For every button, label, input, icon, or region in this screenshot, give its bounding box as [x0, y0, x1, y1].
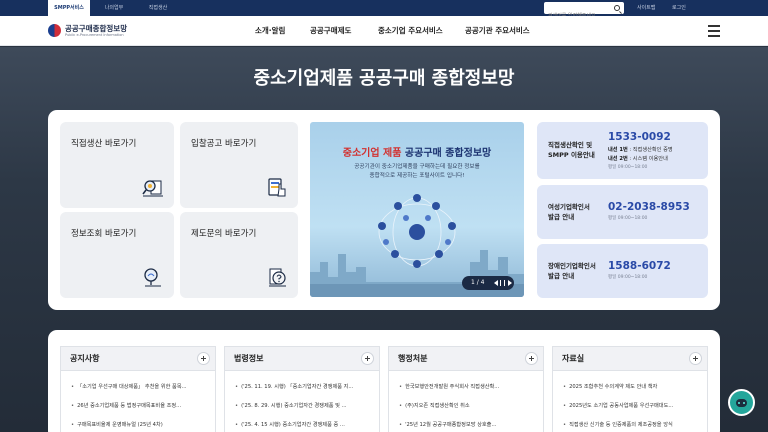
list-item[interactable]: '25년 12월 공공구매종합정보망 상호출... [399, 421, 537, 428]
shortcut-direct-production[interactable]: 직접생산 바로가기 [60, 122, 174, 208]
banner-page-indicator: 1 / 4 [471, 279, 485, 286]
more-plus-icon[interactable] [361, 352, 374, 365]
list-item[interactable]: 2025년도 소기업 공동사업제품 우선구매대도... [563, 402, 701, 409]
nav-intro-notice[interactable]: 소개·알림 [255, 16, 285, 46]
list-item[interactable]: (주)지오존 직접생산확인 취소 [399, 402, 537, 409]
contact-hours: 평일 09:00~18:00 [608, 216, 648, 221]
board-legal-info: 법령정보 ('25. 11. 19. 시행) 「중소기업자간 경쟁제품 지...… [224, 346, 380, 432]
top-utility-bar: SMPP서비스 나의업무 직접생산 사이트맵 로그인 [0, 0, 768, 22]
more-plus-icon[interactable] [197, 352, 210, 365]
shortcut-info-inquiry[interactable]: 정보조회 바로가기 [60, 212, 174, 298]
search-box [544, 2, 624, 22]
cloud-search-icon [144, 268, 161, 287]
board-title[interactable]: 공지사항 [70, 353, 99, 364]
contact-phone: 02-2038-8953 [608, 201, 690, 213]
list-item[interactable]: 「소기업 우선구매 대상제품」 추천을 위한 품목... [71, 383, 209, 390]
contact-title-line2: SMPP 이용안내 [548, 151, 595, 159]
board-notice: 공지사항 「소기업 우선구매 대상제품」 추천을 위한 품목... 26년 중소… [60, 346, 216, 432]
nav-public-procurement-system[interactable]: 공공구매제도 [310, 16, 351, 46]
nav-public-agency-services[interactable]: 공공기관 주요서비스 [465, 16, 530, 46]
site-logo[interactable]: 공공구매종합정보망 Public e-Procurement Informati… [48, 22, 148, 40]
tab-smpp-service[interactable]: SMPP서비스 [48, 0, 90, 16]
magnifier-document-icon [142, 180, 163, 197]
contact-title-line1: 여성기업확인서 [548, 203, 590, 211]
list-item[interactable]: ('25. 11. 19. 시행) 「중소기업자간 경쟁제품 지... [235, 383, 373, 390]
chatbot-button[interactable] [728, 389, 755, 416]
board-header: 행정처분 [389, 347, 543, 371]
list-item[interactable]: 구매목표비율제 운영매뉴얼 (25년 4차) [71, 421, 209, 428]
list-item[interactable]: 26년 중소기업제품 등 법정구매목표비율 조정... [71, 402, 209, 409]
prev-arrow-icon[interactable] [494, 280, 498, 286]
page-title: 중소기업제품 공공구매 종합정보망 [253, 68, 515, 89]
contact-phone: 1533-0092 [608, 131, 671, 143]
contact-title-line1: 직접생산확인 및 [548, 141, 593, 149]
contact-title-line1: 장애인기업확인서 [548, 262, 596, 270]
hamburger-menu-icon[interactable] [708, 25, 720, 37]
banner-network-illustration [310, 194, 524, 297]
contact-hours: 평일 09:00~18:00 [608, 165, 648, 170]
sitemap-link[interactable]: 사이트맵 [637, 0, 655, 16]
list-item[interactable]: ('25. 4. 15 시행) 중소기업자간 경쟁제품 중 ... [235, 421, 373, 428]
search-icon[interactable] [614, 5, 620, 11]
banner-pager: 1 / 4 [462, 276, 514, 290]
list-item[interactable]: 2025 조합추천 수의계약 제도 안내 책자 [563, 383, 701, 390]
board-header: 법령정보 [225, 347, 379, 371]
contact-hours: 평일 09:00~18:00 [608, 275, 648, 280]
board-header: 공지사항 [61, 347, 215, 371]
contact-women-business[interactable]: 여성기업확인서 발급 안내 02-2038-8953 평일 09:00~18:0… [537, 185, 708, 239]
logo-subtitle: Public e-Procurement Information [65, 33, 124, 37]
contact-title-line2: 발급 안내 [548, 213, 575, 221]
board-title[interactable]: 자료실 [562, 353, 584, 364]
shortcut-system-inquiry[interactable]: 제도문의 바로가기 [180, 212, 298, 298]
board-title[interactable]: 법령정보 [234, 353, 263, 364]
contact-detail-1: 내선 1번 : 직접생산확인 증명 [608, 147, 673, 153]
question-document-icon [269, 268, 286, 287]
contact-phone: 1588-6072 [608, 260, 671, 272]
board-header: 자료실 [553, 347, 707, 371]
list-item[interactable]: ('25. 8. 29. 시행) 중소기업자간 경쟁제품 및 ... [235, 402, 373, 409]
shortcut-bid-notice[interactable]: 입찰공고 바로가기 [180, 122, 298, 208]
login-link[interactable]: 로그인 [672, 0, 686, 16]
list-item[interactable]: 직접생산 신기술 등 인증제품의 제조공정을 앙식 [563, 421, 701, 428]
more-plus-icon[interactable] [525, 352, 538, 365]
contact-direct-production[interactable]: 직접생산확인 및 SMPP 이용안내 1533-0092 내선 1번 : 직접생… [537, 122, 708, 179]
list-item[interactable]: 한국보행안전개발원 주식회사 직접생산확... [399, 383, 537, 390]
site-header: 공공구매종합정보망 Public e-Procurement Informati… [0, 16, 768, 46]
board-resources: 자료실 2025 조합추천 수의계약 제도 안내 책자 2025년도 소기업 공… [552, 346, 708, 432]
shortcut-label: 입찰공고 바로가기 [191, 139, 257, 149]
taegeuk-emblem-icon [48, 24, 61, 37]
board-administrative-action: 행정처분 한국보행안전개발원 주식회사 직접생산확... (주)지오존 직접생산… [388, 346, 544, 432]
next-arrow-icon[interactable] [508, 280, 512, 286]
chatbot-robot-icon [736, 399, 747, 407]
contact-detail-2: 내선 2번 : 시스템 이용안내 [608, 156, 668, 162]
tab-direct-production[interactable]: 직접생산 [140, 0, 176, 16]
shortcut-label: 직접생산 바로가기 [71, 139, 137, 149]
tablet-touch-icon [268, 178, 286, 197]
shortcut-label: 정보조회 바로가기 [71, 229, 137, 239]
nav-sme-services[interactable]: 중소기업 주요서비스 [378, 16, 443, 46]
contact-title-line2: 발급 안내 [548, 272, 575, 280]
more-plus-icon[interactable] [689, 352, 702, 365]
shortcut-label: 제도문의 바로가기 [191, 229, 257, 239]
promo-banner[interactable]: 중소기업 제품 공공구매 종합정보망 공공기관이 중소기업제품을 구매하는데 필… [310, 122, 524, 297]
contact-disabled-business[interactable]: 장애인기업확인서 발급 안내 1588-6072 평일 09:00~18:00 [537, 244, 708, 298]
tab-my-work[interactable]: 나의업무 [96, 0, 132, 16]
board-title[interactable]: 행정처분 [398, 353, 427, 364]
pause-icon[interactable] [500, 280, 505, 286]
